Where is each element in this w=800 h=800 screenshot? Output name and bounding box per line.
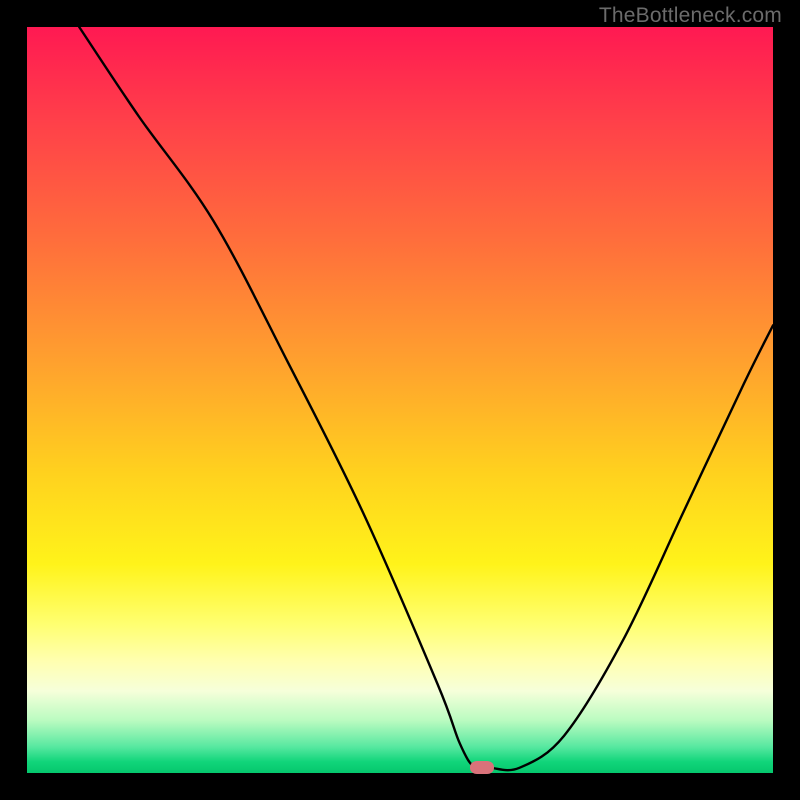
bottleneck-curve [27,27,773,773]
chart-frame: TheBottleneck.com [0,0,800,800]
optimal-point-marker [470,761,494,774]
watermark-text: TheBottleneck.com [599,4,782,28]
plot-area [27,27,773,773]
